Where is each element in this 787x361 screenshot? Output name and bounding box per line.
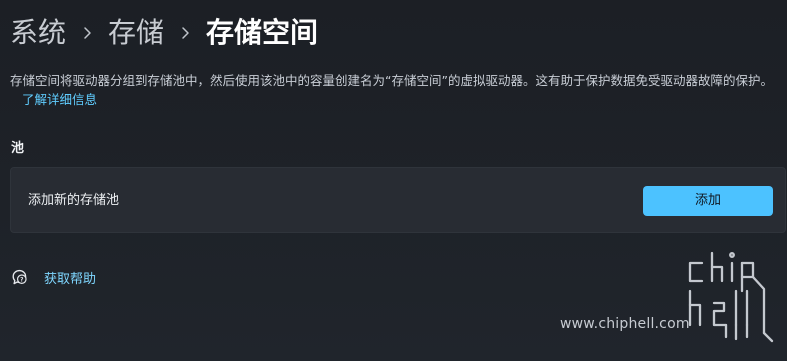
- storage-spaces-page: 系统 存储 存储空间 存储空间将驱动器分组到存储池中，然后使用该池中的容量创建名…: [0, 0, 787, 361]
- get-help-link[interactable]: 获取帮助: [44, 268, 96, 287]
- breadcrumb: 系统 存储 存储空间: [10, 12, 318, 54]
- chevron-right-icon: [66, 12, 108, 54]
- add-pool-button[interactable]: 添加: [643, 186, 773, 216]
- breadcrumb-storage[interactable]: 存储: [108, 12, 164, 54]
- page-description: 存储空间将驱动器分组到存储池中，然后使用该池中的容量创建名为“存储空间”的虚拟驱…: [10, 71, 780, 109]
- watermark-url: www.chiphell.com: [560, 316, 690, 332]
- add-pool-label: 添加新的存储池: [28, 193, 120, 208]
- get-help[interactable]: ? 获取帮助: [11, 266, 96, 288]
- chiphell-logo: [684, 239, 780, 347]
- chevron-right-icon: [164, 12, 206, 54]
- help-chat-icon: ?: [11, 268, 29, 286]
- description-text: 存储空间将驱动器分组到存储池中，然后使用该池中的容量创建名为“存储空间”的虚拟驱…: [10, 73, 773, 88]
- breadcrumb-system[interactable]: 系统: [10, 12, 66, 54]
- pool-section-title: 池: [11, 141, 25, 156]
- learn-more-link[interactable]: 了解详细信息: [22, 92, 97, 107]
- svg-text:?: ?: [20, 277, 23, 283]
- breadcrumb-storage-spaces: 存储空间: [206, 16, 319, 49]
- add-pool-card: 添加新的存储池 添加: [10, 167, 786, 233]
